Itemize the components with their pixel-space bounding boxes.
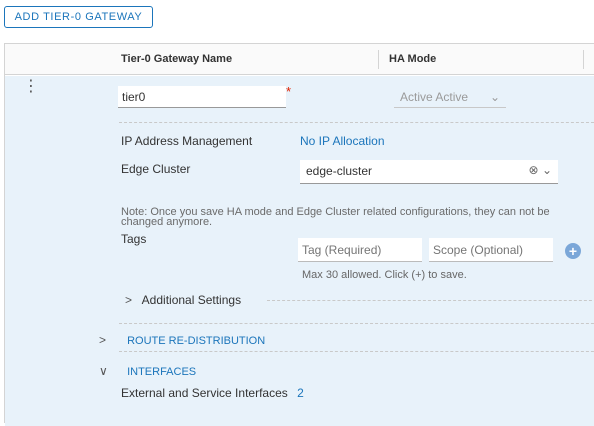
required-marker: * (286, 84, 292, 99)
add-tier0-gateway-button[interactable]: ADD TIER-0 GATEWAY (4, 6, 153, 28)
divider (119, 323, 594, 324)
column-header-name[interactable]: Tier-0 Gateway Name (121, 53, 232, 65)
edge-cluster-value: edge-cluster (306, 164, 373, 178)
clear-icon[interactable]: ⊗ (529, 163, 539, 177)
additional-settings-toggle[interactable]: > Additional Settings (125, 293, 241, 307)
divider (119, 122, 594, 123)
additional-settings-label: Additional Settings (141, 293, 242, 307)
edge-cluster-label: Edge Cluster (121, 162, 191, 176)
ip-management-label: IP Address Management (121, 134, 253, 148)
edge-cluster-select[interactable]: edge-cluster ⊗ ⌄ (300, 160, 558, 184)
chevron-down-icon[interactable]: ⌄ (542, 163, 552, 177)
ha-mode-value: Active Active (400, 89, 469, 104)
tier0-gateway-grid: Tier-0 Gateway Name HA Mode ⋮ * Active A… (4, 43, 594, 426)
chevron-right-icon: > (125, 293, 133, 307)
gateway-name-input[interactable] (118, 86, 286, 108)
grid-header: Tier-0 Gateway Name HA Mode (5, 44, 594, 75)
chevron-down-icon: ⌄ (489, 89, 500, 104)
ha-mode-select[interactable]: Active Active ⌄ (394, 86, 506, 108)
external-interfaces-count-link[interactable]: 2 (297, 386, 304, 400)
external-interfaces-row: External and Service Interfaces 2 (121, 386, 304, 400)
chevron-down-icon: ∨ (99, 364, 108, 378)
add-tag-plus-icon[interactable]: + (565, 243, 581, 259)
tags-label: Tags (121, 232, 147, 246)
ip-allocation-link[interactable]: No IP Allocation (300, 134, 385, 148)
divider (119, 351, 594, 352)
external-interfaces-label: External and Service Interfaces (121, 386, 288, 400)
column-header-ha-mode[interactable]: HA Mode (389, 53, 436, 65)
column-divider[interactable] (378, 50, 379, 69)
divider (267, 300, 594, 301)
interfaces-label: INTERFACES (127, 366, 197, 378)
row-actions-kebab-icon[interactable]: ⋮ (23, 79, 39, 95)
configuration-note: Note: Once you save HA mode and Edge Clu… (121, 206, 550, 228)
tag-input[interactable] (298, 238, 422, 262)
route-redistribution-label: ROUTE RE-DISTRIBUTION (127, 335, 266, 347)
scope-input[interactable] (429, 238, 553, 262)
chevron-right-icon: > (99, 333, 107, 347)
interfaces-section[interactable]: ∨ INTERFACES (99, 364, 196, 378)
tags-hint: Max 30 allowed. Click (+) to save. (302, 269, 467, 281)
route-redistribution-section[interactable]: > ROUTE RE-DISTRIBUTION (99, 333, 265, 347)
column-divider[interactable] (583, 50, 584, 69)
